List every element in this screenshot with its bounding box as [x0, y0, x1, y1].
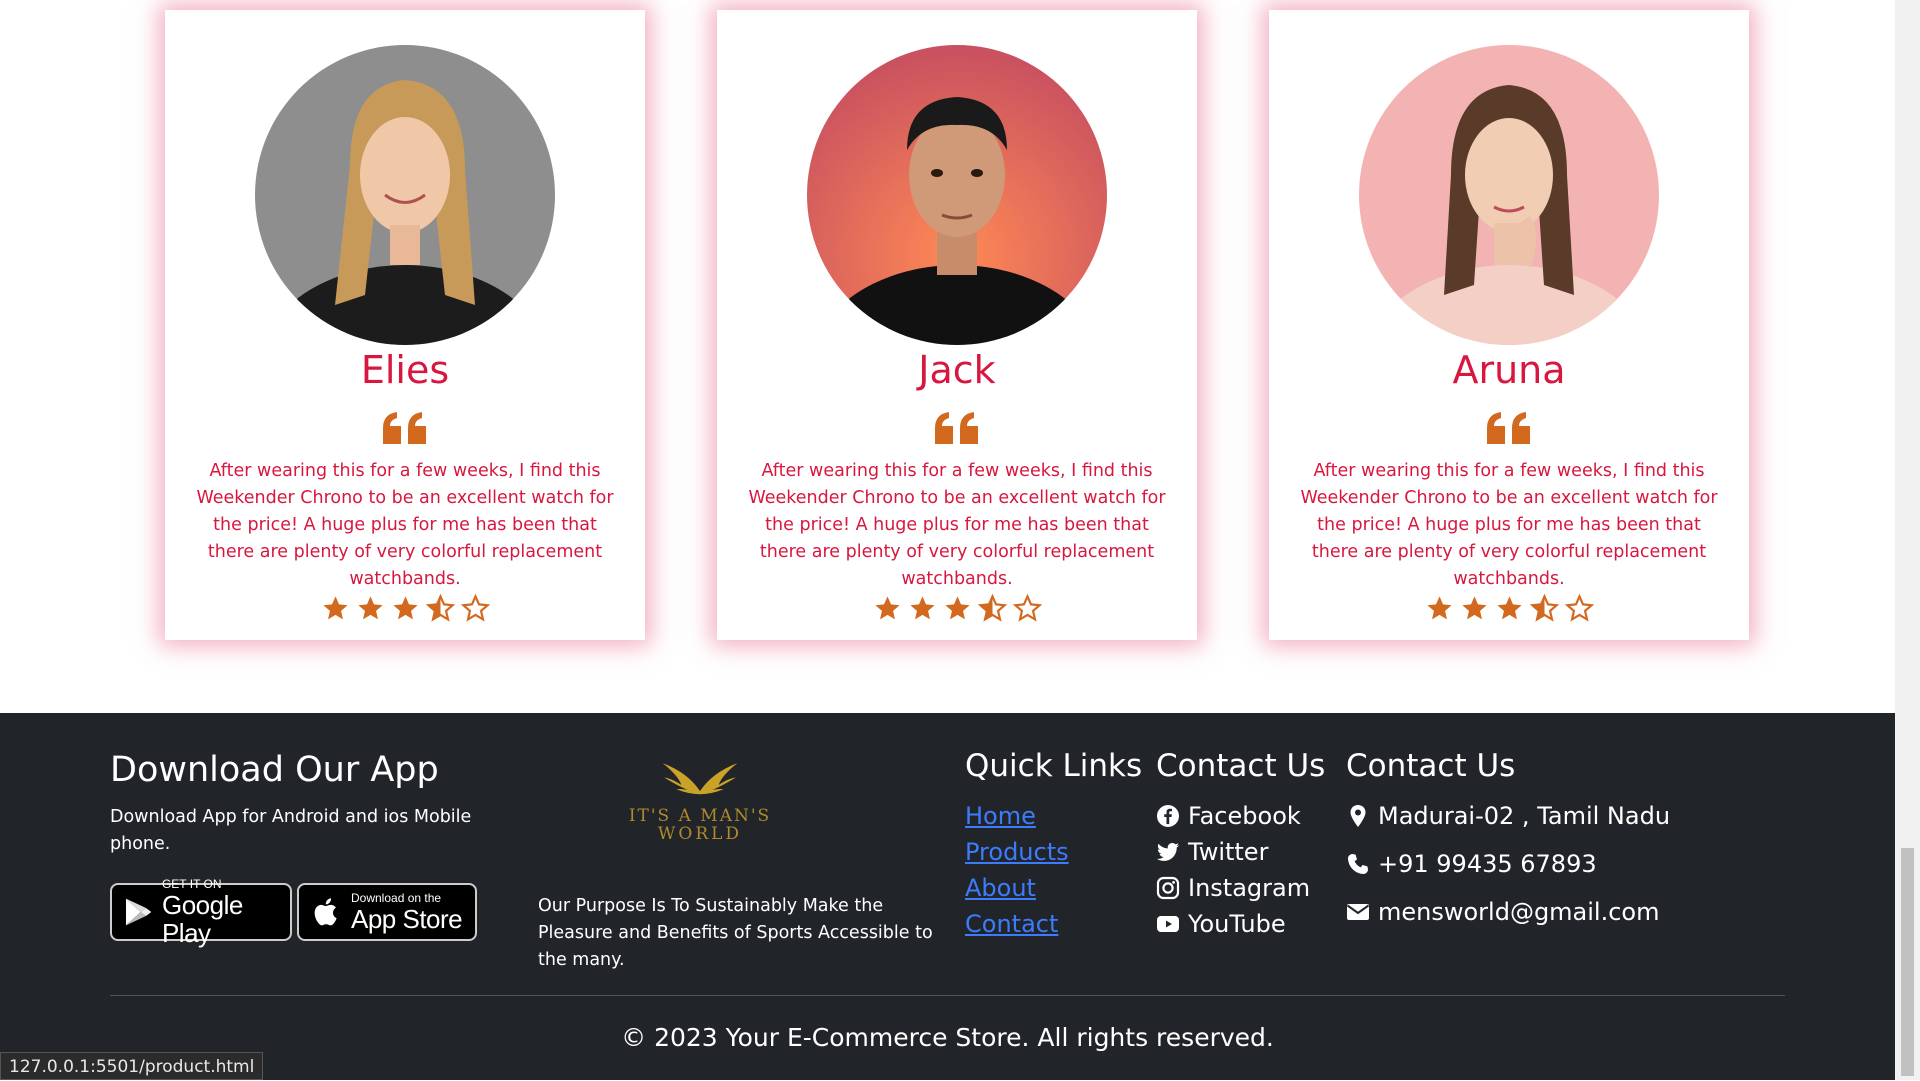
star-full-icon: [1461, 596, 1487, 620]
testimonial-text: After wearing this for a few weeks, I fi…: [196, 461, 614, 589]
avatar: [807, 45, 1107, 345]
scrollbar-thumb[interactable]: [1901, 848, 1914, 1076]
status-url-bar: 127.0.0.1:5501/product.html: [0, 1052, 264, 1080]
youtube-icon: [1157, 916, 1179, 932]
star-full-icon: [1426, 596, 1452, 620]
star-full-icon: [1496, 596, 1522, 620]
star-full-icon: [392, 596, 418, 620]
testimonial-name: Jack: [918, 348, 996, 392]
star-full-icon: [909, 596, 935, 620]
social-facebook-label: Facebook: [1188, 802, 1301, 830]
star-half-icon: [1529, 594, 1559, 622]
google-play-button[interactable]: GET IT ON Google Play: [110, 877, 292, 947]
social-instagram[interactable]: Instagram: [1156, 874, 1310, 902]
testimonial-text: After wearing this for a few weeks, I fi…: [1300, 461, 1718, 589]
footer-link-products[interactable]: Products: [965, 838, 1069, 866]
social-youtube[interactable]: YouTube: [1156, 910, 1286, 938]
testimonial-card: Jack After wearing this for a few weeks,…: [717, 10, 1197, 640]
testimonial-name: Elies: [360, 348, 450, 392]
star-half-icon: [425, 594, 455, 622]
contact-title: Contact Us: [1346, 748, 1516, 784]
testimonial-text: After wearing this for a few weeks, I fi…: [748, 461, 1166, 589]
instagram-icon: [1156, 876, 1180, 900]
download-app-title: Download Our App: [110, 750, 439, 790]
star-empty-icon: [1012, 594, 1042, 622]
footer-link-contact[interactable]: Contact: [965, 910, 1058, 938]
quote-icon: [383, 412, 426, 444]
social-title: Contact Us: [1156, 748, 1326, 784]
footer-link-home[interactable]: Home: [965, 802, 1036, 830]
envelope-icon: [1346, 904, 1370, 920]
star-empty-icon: [1564, 594, 1594, 622]
app-store-label: App Store: [351, 903, 463, 934]
star-full-icon: [944, 596, 970, 620]
google-play-label: Google Play: [161, 889, 243, 948]
brand-purpose: Our Purpose Is To Sustainably Make the P…: [538, 896, 933, 970]
page-scrollbar[interactable]: [1895, 0, 1920, 1080]
apple-icon: [314, 898, 337, 926]
testimonial-name: Aruna: [1452, 348, 1566, 392]
social-twitter[interactable]: Twitter: [1156, 838, 1268, 866]
app-store-button[interactable]: Download on the App Store: [297, 883, 477, 941]
download-app-text: Download App for Android and ios Mobile …: [110, 807, 472, 854]
testimonial-card: Aruna After wearing this for a few weeks…: [1269, 10, 1749, 640]
avatar: [255, 45, 555, 345]
star-rating: [165, 594, 645, 623]
contact-email: mensworld@gmail.com: [1346, 898, 1659, 926]
app-store-small-label: Download on the: [351, 890, 442, 905]
star-half-icon: [977, 594, 1007, 622]
social-instagram-label: Instagram: [1188, 874, 1311, 902]
contact-address-text: Madurai-02 , Tamil Nadu: [1378, 802, 1671, 830]
social-facebook[interactable]: Facebook: [1156, 802, 1301, 830]
phone-icon: [1348, 854, 1368, 874]
star-full-icon: [357, 596, 383, 620]
contact-email-text: mensworld@gmail.com: [1378, 898, 1660, 926]
logo-line-2: World: [657, 824, 743, 844]
social-youtube-label: YouTube: [1188, 910, 1286, 938]
footer-link-about[interactable]: About: [965, 874, 1036, 902]
page: Elies After wearing this for a few weeks…: [0, 0, 1895, 1080]
contact-phone: +91 99435 67893: [1346, 850, 1597, 878]
contact-phone-text: +91 99435 67893: [1378, 850, 1597, 878]
brand-logo: It's a Man's World: [620, 760, 780, 850]
quote-icon: [935, 412, 978, 444]
google-play-icon: [125, 898, 152, 926]
map-pin-icon: [1350, 805, 1366, 827]
quote-icon: [1487, 412, 1530, 444]
contact-address: Madurai-02 , Tamil Nadu: [1346, 802, 1670, 830]
facebook-icon: [1157, 805, 1179, 827]
testimonial-card: Elies After wearing this for a few weeks…: [165, 10, 645, 640]
star-full-icon: [322, 596, 348, 620]
star-rating: [717, 594, 1197, 623]
google-play-small-label: GET IT ON: [161, 876, 222, 891]
logo-line-1: It's a Man's: [628, 806, 772, 826]
avatar: [1359, 45, 1659, 345]
star-full-icon: [874, 596, 900, 620]
twitter-icon: [1157, 843, 1179, 861]
star-rating: [1269, 594, 1749, 623]
footer-divider: [110, 995, 1785, 996]
social-twitter-label: Twitter: [1188, 838, 1269, 866]
copyright: © 2023 Your E-Commerce Store. All rights…: [621, 1023, 1274, 1052]
quick-links-title: Quick Links: [965, 748, 1143, 784]
star-empty-icon: [460, 594, 490, 622]
